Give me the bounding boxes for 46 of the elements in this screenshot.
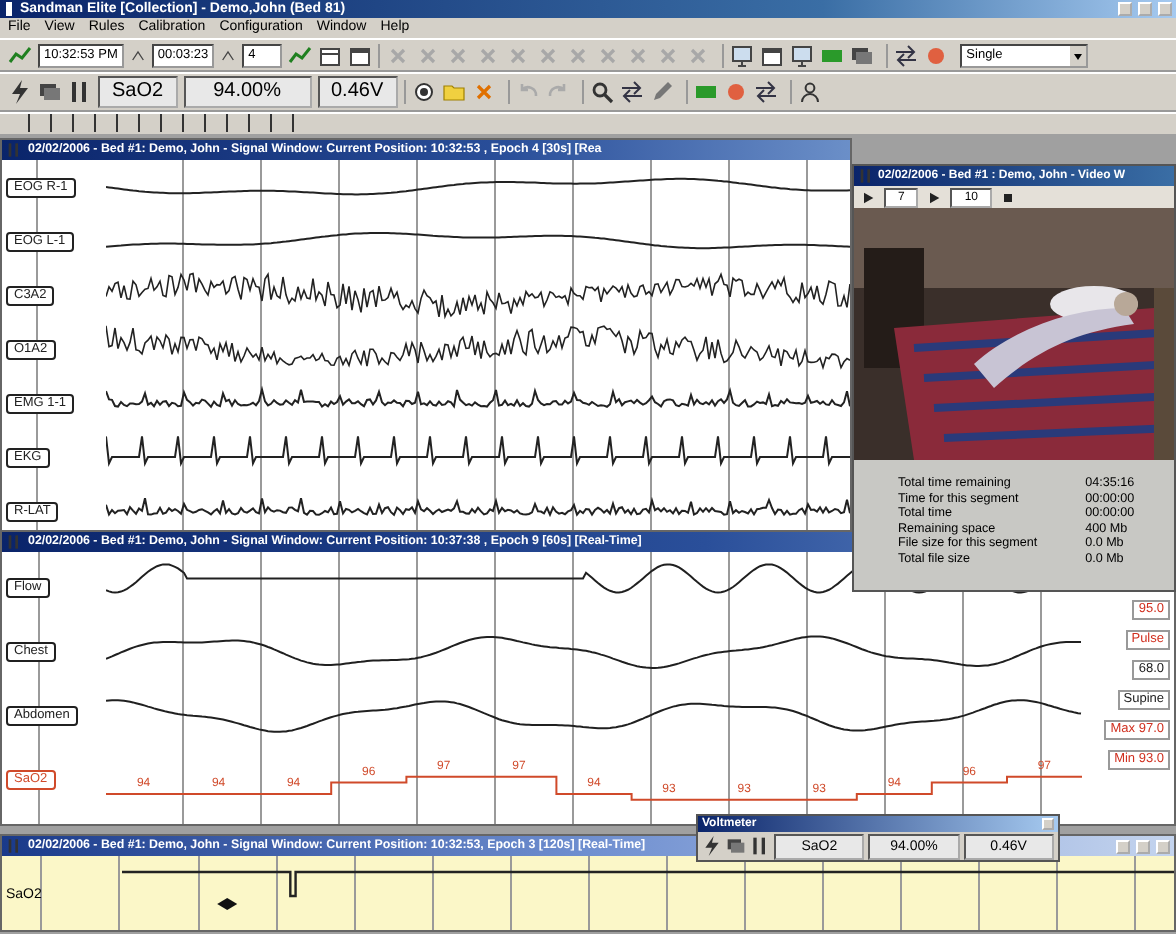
stack-icon[interactable]: [38, 80, 62, 104]
x-icon[interactable]: [626, 43, 651, 67]
maximize-button[interactable]: [1138, 2, 1152, 16]
x-icon[interactable]: [386, 43, 411, 67]
swap-arrows-icon[interactable]: [894, 43, 919, 67]
voltage-readout: 0.46V: [317, 76, 398, 108]
close-button[interactable]: [1042, 818, 1054, 830]
swap-arrows-icon[interactable]: [619, 80, 644, 104]
minimize-button[interactable]: [1116, 839, 1130, 853]
x-icon[interactable]: [476, 43, 501, 67]
value-readout: 94.00%: [183, 76, 311, 108]
lightning-icon[interactable]: [8, 80, 32, 104]
x-icon[interactable]: [506, 43, 531, 67]
x-icon[interactable]: [686, 43, 711, 67]
window-icon[interactable]: [760, 43, 785, 67]
calendar-icon[interactable]: [318, 43, 343, 67]
person-icon[interactable]: [797, 80, 822, 104]
diamond-marker: [217, 898, 238, 910]
stack-icon[interactable]: [726, 836, 746, 856]
stack-icon[interactable]: [850, 43, 875, 67]
spinner-icon[interactable]: [129, 47, 146, 63]
maximize-button[interactable]: [1136, 839, 1150, 853]
chart-icon[interactable]: [8, 43, 32, 67]
close-button[interactable]: [1158, 2, 1172, 16]
window-icon[interactable]: [348, 43, 373, 67]
record-icon[interactable]: [411, 80, 436, 104]
rectangle-icon[interactable]: [693, 80, 718, 104]
channel-readout: SaO2: [98, 76, 178, 108]
x-icon[interactable]: [536, 43, 561, 67]
stop-icon[interactable]: [1000, 189, 1017, 205]
bars-icon[interactable]: [68, 80, 92, 104]
swap-arrows-icon[interactable]: [753, 80, 778, 104]
app-icon: [4, 2, 14, 16]
x-icon[interactable]: [416, 43, 441, 67]
x-icon[interactable]: [566, 43, 591, 67]
x-icon[interactable]: [446, 43, 471, 67]
x-icon[interactable]: [596, 43, 621, 67]
bars-icon[interactable]: [750, 836, 770, 856]
x-icon[interactable]: [656, 43, 681, 67]
close-button[interactable]: [1156, 839, 1170, 853]
monitor-icon[interactable]: [790, 43, 815, 67]
zoom-icon[interactable]: [589, 80, 614, 104]
monitor-icon[interactable]: [730, 43, 755, 67]
spinner-icon[interactable]: [220, 47, 237, 63]
x-icon[interactable]: [471, 80, 496, 104]
minimize-button[interactable]: [1118, 2, 1132, 16]
